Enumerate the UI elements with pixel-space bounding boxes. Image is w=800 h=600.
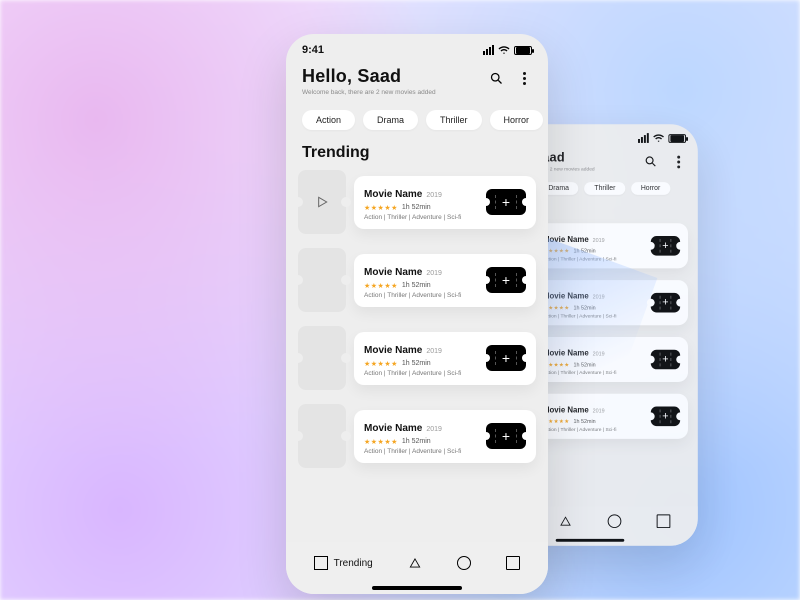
movie-genres: Action | Thriller | Adventure | Sci-fi [543,313,616,319]
section-title: Trending [286,140,548,170]
list-item[interactable]: Movie Name 2019 ★★★★★ 1h 52min Action | Th… [298,326,536,390]
movie-poster[interactable] [298,326,346,390]
plus-icon: + [502,429,510,443]
movie-runtime: 1h 52min [402,438,431,445]
rating-stars: ★★★★★ [364,438,398,446]
wifi-icon [498,44,510,56]
greeting: Hello, Saad [302,66,436,87]
movie-title: Movie Name [364,345,422,356]
add-ticket-button[interactable]: + [651,236,680,256]
rating-stars: ★★★★★ [364,360,398,368]
add-ticket-button[interactable]: + [651,293,680,313]
movie-genres: Action | Thriller | Adventure | Sci-fi [543,257,616,263]
add-ticket-button[interactable]: + [486,267,526,293]
movie-title: Movie Name [364,423,422,434]
search-icon[interactable] [488,70,504,86]
status-bar: 9:41 [286,34,548,60]
phone-mockup-front: 9:41 Hello, Saad Welcome back, there are… [286,34,548,594]
wifi-icon [653,132,665,144]
movie-year: 2019 [593,295,605,301]
tab-four[interactable] [506,556,520,570]
chip-action[interactable]: Action [302,110,355,130]
movie-year: 2019 [426,192,442,199]
rectangle-icon [506,556,520,570]
movie-genres: Action | Thriller | Adventure | Sci-fi [543,427,616,433]
movie-year: 2019 [593,352,605,358]
list-item[interactable]: Movie Name 2019 ★★★★★ 1h 52min Action | Th… [298,404,536,468]
movie-year: 2019 [426,270,442,277]
movie-runtime: 1h 52min [573,419,595,425]
tab-three[interactable] [457,556,471,570]
cellular-icon [483,45,494,55]
battery-icon [668,134,686,143]
add-ticket-button[interactable]: + [651,407,680,427]
more-icon[interactable] [670,154,686,170]
chip-drama[interactable]: Drama [363,110,418,130]
movie-runtime: 1h 52min [573,249,595,255]
movie-poster[interactable] [298,404,346,468]
search-icon[interactable] [643,154,659,170]
movie-runtime: 1h 52min [573,362,595,368]
movie-runtime: 1h 52min [402,282,431,289]
list-item[interactable]: Movie Name 2019 ★★★★★ 1h 52min Action | Th… [298,170,536,234]
greeting-subtitle: Welcome back, there are 2 new movies add… [302,89,436,96]
movie-year: 2019 [593,238,605,244]
plus-icon: + [502,351,510,365]
add-ticket-button[interactable]: + [651,350,680,370]
chip-thriller[interactable]: Thriller [585,182,626,195]
rating-stars: ★★★★★ [364,204,398,212]
movie-year: 2019 [426,348,442,355]
plus-icon: + [502,273,510,287]
movie-year: 2019 [426,426,442,433]
triangle-icon [408,556,422,570]
movie-runtime: 1h 52min [573,306,595,312]
tab-trending[interactable]: Trending [314,556,373,570]
movie-title: Movie Name [364,189,422,200]
tab-two[interactable] [559,514,573,528]
movie-year: 2019 [593,409,605,415]
movie-runtime: 1h 52min [402,204,431,211]
movie-poster[interactable] [298,248,346,312]
square-icon [314,556,328,570]
category-chips: Action Drama Thriller Horror [286,100,548,140]
circle-icon [457,556,471,570]
movie-genres: Action | Thriller | Adventure | Sci-fi [543,370,616,376]
movie-title: Movie Name [364,267,422,278]
movie-title: Movie Name [543,292,589,301]
tab-three[interactable] [608,514,622,528]
movie-genres: Action | Thriller | Adventure | Sci-fi [364,370,461,377]
home-indicator [372,586,462,590]
trending-list: Movie Name 2019 ★★★★★ 1h 52min Action | Th… [286,170,548,468]
plus-icon: + [502,195,510,209]
chip-horror[interactable]: Horror [490,110,544,130]
chip-horror[interactable]: Horror [631,182,670,195]
more-icon[interactable] [516,70,532,86]
movie-title: Movie Name [543,235,589,244]
list-item[interactable]: Movie Name 2019 ★★★★★ 1h 52min Action | Th… [298,248,536,312]
tab-two[interactable] [408,556,422,570]
movie-title: Movie Name [543,406,589,415]
status-time: 9:41 [302,44,324,56]
chip-thriller[interactable]: Thriller [426,110,482,130]
tab-label: Trending [334,558,373,569]
add-ticket-button[interactable]: + [486,423,526,449]
movie-poster[interactable] [298,170,346,234]
add-ticket-button[interactable]: + [486,189,526,215]
movie-genres: Action | Thriller | Adventure | Sci-fi [364,448,461,455]
battery-icon [514,46,532,55]
cellular-icon [638,133,649,143]
play-icon [314,194,330,210]
add-ticket-button[interactable]: + [486,345,526,371]
tab-four[interactable] [657,514,671,528]
movie-title: Movie Name [543,349,589,358]
movie-genres: Action | Thriller | Adventure | Sci-fi [364,292,461,299]
home-indicator [556,539,625,542]
rating-stars: ★★★★★ [364,282,398,290]
movie-genres: Action | Thriller | Adventure | Sci-fi [364,214,461,221]
movie-runtime: 1h 52min [402,360,431,367]
